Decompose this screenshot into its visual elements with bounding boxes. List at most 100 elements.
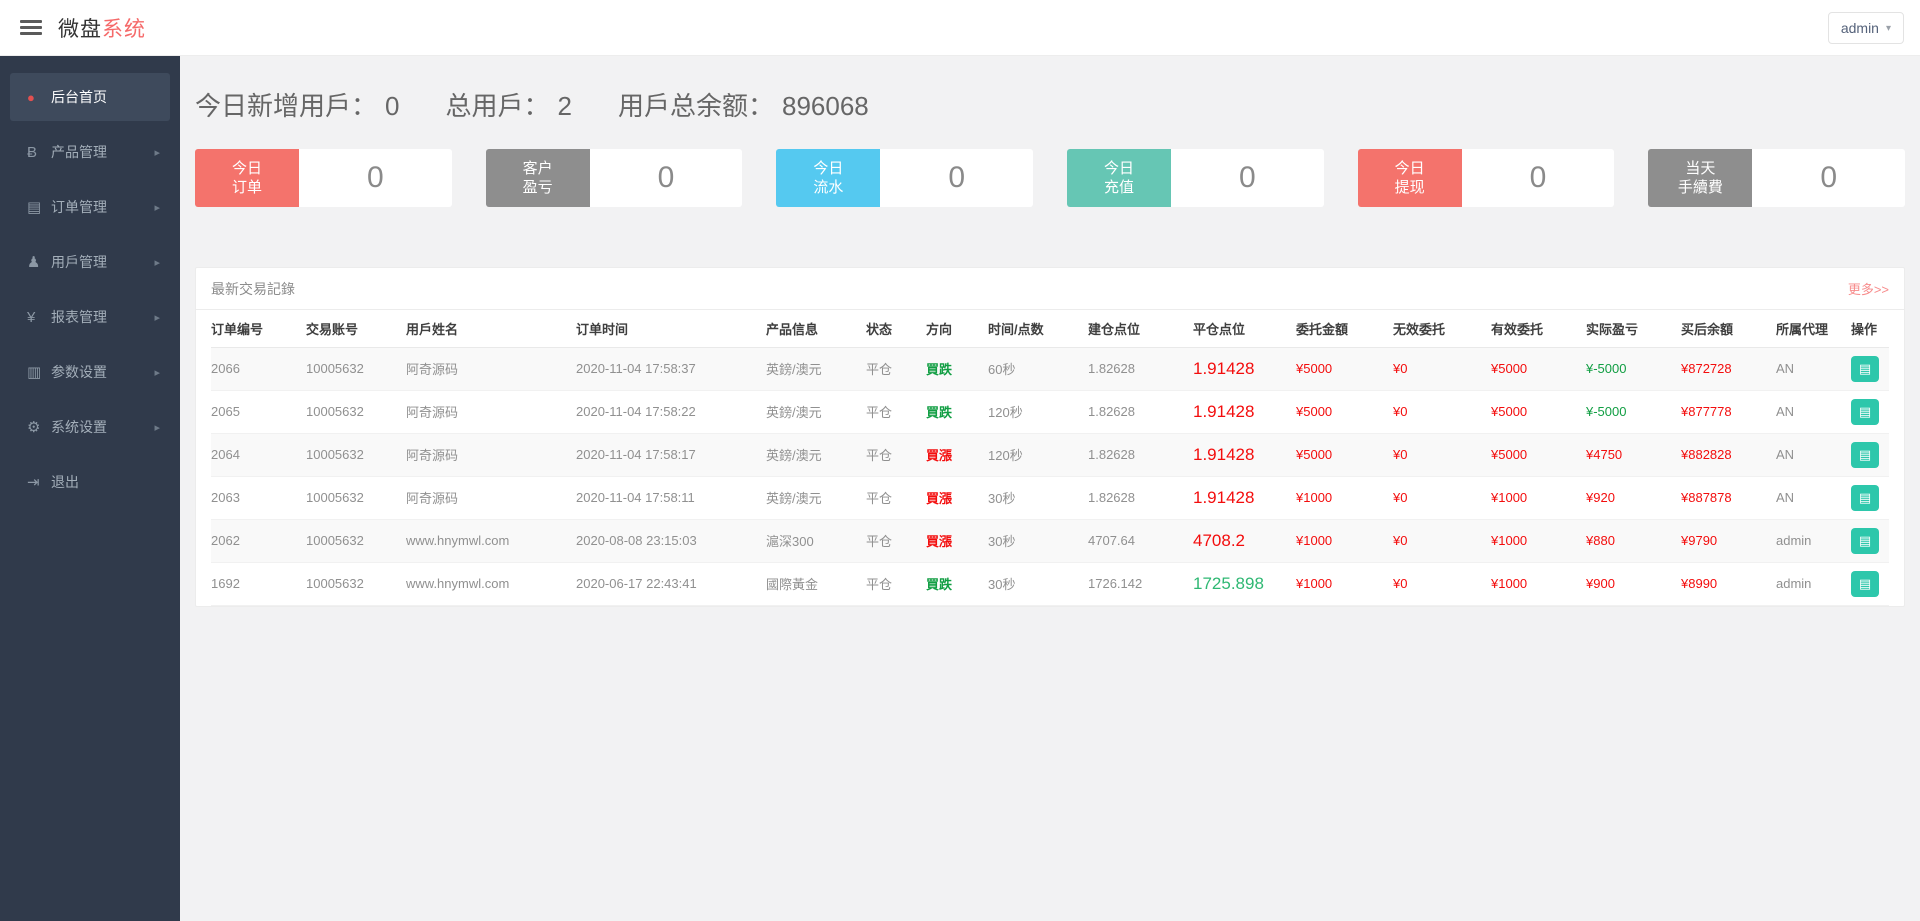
cell-balance: ¥882828: [1681, 433, 1776, 477]
stat-card-label: 今日 订单: [195, 149, 299, 207]
cell-close-price: 1.91428: [1193, 390, 1296, 434]
cell-period: 60秒: [988, 347, 1088, 391]
cell-close-price: 1.91428: [1193, 476, 1296, 520]
menu-toggle-icon[interactable]: [20, 17, 42, 38]
trades-table: 订单编号 交易账号 用戶姓名 订单时间 产品信息 状态 方向 时间/点数 建仓点位 平仓点位 委托金…: [211, 310, 1889, 606]
cell-order-time: 2020-11-04 17:58:11: [576, 476, 766, 520]
stat-value: 0: [385, 91, 400, 121]
stat-card-label: 客户 盈亏: [485, 149, 590, 207]
stat-label: 总用戶：: [445, 91, 550, 121]
cell-valid-amount: ¥1000: [1491, 519, 1586, 563]
dashboard-icon: ●: [27, 89, 35, 105]
column-header: 实际盈亏: [1586, 310, 1681, 348]
cell-direction: 買跌: [926, 562, 988, 606]
table-header-row: 订单编号 交易账号 用戶姓名 订单时间 产品信息 状态 方向 时间/点数 建仓点位 平仓点位 委托金…: [211, 310, 1889, 348]
cell-invalid-amount: ¥0: [1393, 347, 1491, 391]
cell-order-time: 2020-11-04 17:58:17: [576, 433, 766, 477]
view-order-button[interactable]: ▤: [1851, 398, 1879, 425]
cell-profit: ¥900: [1586, 562, 1681, 606]
column-header: 产品信息: [766, 310, 866, 348]
table-row: 2065 10005632 阿奇源码 2020-11-04 17:58:22 英…: [211, 390, 1889, 434]
cell-valid-amount: ¥5000: [1491, 433, 1586, 477]
cell-actions: ▤: [1851, 390, 1889, 434]
column-header: 订单时间: [576, 310, 766, 348]
cell-profit: ¥880: [1586, 519, 1681, 563]
panel-header: 最新交易記錄 更多>>: [196, 268, 1904, 310]
cell-period: 30秒: [988, 476, 1088, 520]
column-header: 无效委托: [1393, 310, 1491, 348]
cell-order-id: 2066: [211, 347, 306, 391]
cell-status: 平仓: [866, 476, 926, 520]
stat-cards: 今日 订单 0 客户 盈亏 0 今日 流水 0 今日 充值 0 今日 提现 0 …: [195, 149, 1906, 207]
column-header: 建仓点位: [1088, 310, 1193, 348]
cell-direction: 買漲: [926, 433, 988, 477]
table-row: 2064 10005632 阿奇源码 2020-11-04 17:58:17 英…: [211, 433, 1889, 477]
sidebar-item-system[interactable]: ⚙ 系统设置 ▸: [10, 403, 170, 451]
stat-label: 今日新增用戶：: [195, 91, 378, 121]
view-order-button[interactable]: ▤: [1851, 484, 1879, 511]
panel-title: 最新交易記錄: [211, 280, 295, 297]
cell-status: 平仓: [866, 347, 926, 391]
trades-table-wrap: 订单编号 交易账号 用戶姓名 订单时间 产品信息 状态 方向 时间/点数 建仓点位 平仓点位 委托金…: [196, 310, 1904, 606]
sidebar-item-reports[interactable]: ¥ 报表管理 ▸: [10, 293, 170, 341]
sidebar-item-users[interactable]: ♟ 用戶管理 ▸: [10, 238, 170, 286]
list-icon: ▤: [1858, 446, 1872, 462]
chevron-right-icon: ▸: [154, 421, 160, 434]
card-today-flow: 今日 流水 0: [776, 149, 1034, 207]
cell-actions: ▤: [1851, 562, 1889, 606]
cell-amount: ¥5000: [1296, 347, 1393, 391]
view-order-button[interactable]: ▤: [1851, 527, 1879, 554]
cell-valid-amount: ¥1000: [1491, 476, 1586, 520]
sidebar-item-label: 系统设置: [51, 419, 107, 435]
chevron-down-icon: ▾: [1885, 22, 1891, 34]
gears-icon: ⚙: [27, 419, 41, 436]
app-logo: 微盘系统: [58, 13, 146, 43]
cell-amount: ¥1000: [1296, 562, 1393, 606]
sidebar-item-params[interactable]: ▥ 参数设置 ▸: [10, 348, 170, 396]
cell-user-name: 阿奇源码: [406, 390, 576, 434]
cell-actions: ▤: [1851, 519, 1889, 563]
cell-invalid-amount: ¥0: [1393, 390, 1491, 434]
sidebar-item-dashboard[interactable]: ● 后台首页: [10, 73, 170, 121]
more-link[interactable]: 更多>>: [1848, 279, 1889, 298]
cell-balance: ¥877778: [1681, 390, 1776, 434]
cell-order-time: 2020-08-08 23:15:03: [576, 519, 766, 563]
cell-open-price: 1726.142: [1088, 562, 1193, 606]
signout-icon: ⇥: [27, 474, 40, 491]
cell-product: 英鎊/澳元: [766, 433, 866, 477]
cell-order-id: 2062: [211, 519, 306, 563]
cell-account: 10005632: [306, 519, 406, 563]
column-header: 方向: [926, 310, 988, 348]
column-header: 状态: [866, 310, 926, 348]
cell-period: 30秒: [988, 519, 1088, 563]
user-dropdown[interactable]: admin ▾: [1827, 12, 1904, 44]
view-order-button[interactable]: ▤: [1851, 441, 1879, 468]
cell-agent: AN: [1776, 433, 1851, 477]
bitcoin-icon: Ƀ: [27, 143, 38, 161]
column-header: 交易账号: [306, 310, 406, 348]
view-order-button[interactable]: ▤: [1851, 570, 1879, 597]
cell-close-price: 1.91428: [1193, 433, 1296, 477]
column-header: 买后余額: [1681, 310, 1776, 348]
cell-direction: 買漲: [926, 519, 988, 563]
sidebar-item-orders[interactable]: ▤ 订单管理 ▸: [10, 183, 170, 231]
stat-label: 用戶总余额：: [617, 91, 774, 121]
cell-close-price: 4708.2: [1193, 519, 1296, 563]
user-icon: ♟: [27, 254, 41, 271]
yen-icon: ¥: [27, 308, 36, 326]
sidebar-item-logout[interactable]: ⇥ 退出: [10, 458, 170, 506]
cell-order-id: 2064: [211, 433, 306, 477]
column-header: 有效委托: [1491, 310, 1586, 348]
cell-close-price: 1.91428: [1193, 347, 1296, 391]
view-order-button[interactable]: ▤: [1851, 355, 1879, 382]
sidebar-item-products[interactable]: Ƀ 产品管理 ▸: [10, 128, 170, 176]
sidebar-item-label: 用戶管理: [51, 254, 107, 270]
cell-balance: ¥9790: [1681, 519, 1776, 563]
column-header: 操作: [1851, 310, 1889, 348]
list-icon: ▤: [1858, 403, 1872, 419]
cell-amount: ¥1000: [1296, 476, 1393, 520]
cell-agent: AN: [1776, 476, 1851, 520]
sidebar-item-label: 订单管理: [51, 199, 107, 215]
column-header: 订单编号: [211, 310, 306, 348]
cell-open-price: 4707.64: [1088, 519, 1193, 563]
